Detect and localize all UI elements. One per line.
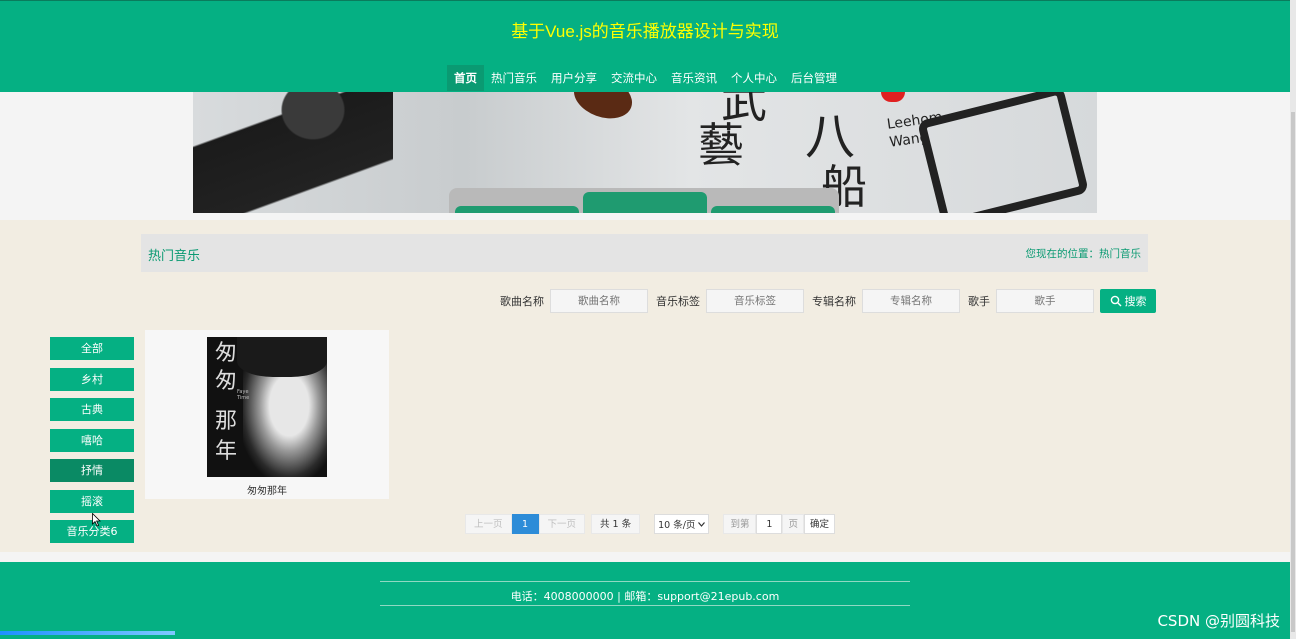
banner-cello-image [567, 92, 639, 127]
site-footer: 电话：4008000000 | 邮箱：support@21epub.com [0, 562, 1290, 639]
song-name-input[interactable] [550, 289, 648, 313]
nav-item-music-news[interactable]: 音乐资讯 [664, 65, 724, 91]
banner-calligraphy: 八 [805, 108, 855, 166]
chevron-down-icon [698, 521, 706, 527]
search-button-label: 搜索 [1124, 296, 1147, 308]
category-item-rock[interactable]: 摇滚 [50, 489, 134, 513]
next-page-button[interactable]: 下一页 [538, 514, 586, 534]
search-button[interactable]: 搜索 [1100, 289, 1156, 313]
song-card[interactable]: 匆 匆 那 年 Faye Time 匆匆那年 [145, 330, 389, 499]
nav-item-home[interactable]: 首页 [447, 65, 484, 91]
page-size-value: 10 条/页 [658, 520, 696, 531]
banner-indicator[interactable] [711, 206, 835, 213]
loading-progress-bar [0, 631, 175, 635]
main-nav: 首页 热门音乐 用户分享 交流中心 音乐资讯 个人中心 后台管理 [447, 65, 844, 91]
cover-title-char: 匆 [215, 341, 238, 366]
goto-confirm-button[interactable]: 确定 [803, 514, 835, 534]
location-text: 您现在的位置：热门音乐 [1025, 248, 1142, 260]
cover-hair [237, 337, 327, 377]
banner-artist-image [193, 92, 393, 213]
music-tag-input[interactable] [706, 289, 804, 313]
site-header: 基于Vue.js的音乐播放器设计与实现 首页 热门音乐 用户分享 交流中心 音乐… [0, 0, 1290, 92]
footer-divider [380, 581, 910, 582]
site-title: 基于Vue.js的音乐播放器设计与实现 [511, 22, 779, 41]
singer-input[interactable] [996, 289, 1094, 313]
nav-item-community[interactable]: 交流中心 [604, 65, 664, 91]
cover-title-char: 匆 [215, 369, 238, 394]
page-size-select[interactable]: 10 条/页 [654, 514, 710, 534]
cover-title-char: 那 [215, 409, 238, 434]
category-item-lyrical[interactable]: 抒情 [50, 459, 134, 482]
pagination: 上一页 1 下一页 共 1 条 10 条/页 到第 1 页 确定 [465, 514, 835, 534]
banner-indicator[interactable] [455, 206, 579, 213]
banner-indicator-active[interactable] [583, 192, 707, 213]
breadcrumb: 热门音乐 您现在的位置：热门音乐 [141, 234, 1148, 272]
search-form: 歌曲名称 音乐标签 专辑名称 歌手 搜索 [500, 289, 1156, 313]
nav-item-user-share[interactable]: 用户分享 [544, 65, 604, 91]
song-name-label: 歌曲名称 [500, 295, 544, 308]
category-item-all[interactable]: 全部 [50, 337, 134, 360]
music-tag-label: 音乐标签 [656, 295, 700, 308]
singer-label: 歌手 [968, 295, 990, 308]
search-icon [1110, 295, 1121, 307]
album-name-label: 专辑名称 [812, 295, 856, 308]
banner-calligraphy: 藝 [698, 118, 744, 172]
cover-small-line: Time [237, 395, 250, 401]
prev-page-button[interactable]: 上一页 [465, 514, 512, 534]
mouse-cursor-icon [92, 513, 101, 527]
page-number-current[interactable]: 1 [511, 514, 539, 534]
page-unit-label: 页 [782, 514, 804, 534]
goto-page-input[interactable]: 1 [756, 514, 783, 534]
total-count: 共 1 条 [591, 514, 641, 534]
scrollbar-thumb[interactable] [1291, 112, 1295, 632]
category-item-hiphop[interactable]: 嘻哈 [50, 428, 134, 452]
nav-item-profile[interactable]: 个人中心 [724, 65, 784, 91]
banner-red-accent [881, 92, 905, 102]
cover-title-char: 年 [215, 439, 238, 464]
nav-item-admin[interactable]: 后台管理 [784, 65, 844, 91]
footer-divider [380, 605, 910, 606]
song-title[interactable]: 匆匆那年 [145, 482, 389, 497]
cover-small-text: Faye Time [237, 389, 249, 401]
footer-contact: 电话：4008000000 | 邮箱：support@21epub.com [510, 590, 780, 603]
banner-carousel[interactable]: 武 藝 八 船 Leehom Wang [193, 92, 1097, 213]
nav-item-hot-music[interactable]: 热门音乐 [484, 65, 544, 91]
watermark: CSDN @别圆科技 [1157, 612, 1280, 630]
banner-frame-graphic [916, 92, 1090, 213]
category-item-country[interactable]: 乡村 [50, 367, 134, 391]
album-name-input[interactable] [862, 289, 960, 313]
section-title: 热门音乐 [148, 249, 201, 264]
main-content: 热门音乐 您现在的位置：热门音乐 歌曲名称 音乐标签 专辑名称 歌手 搜索 全部… [0, 220, 1290, 552]
goto-label: 到第 [723, 514, 757, 534]
category-item-classical[interactable]: 古典 [50, 398, 134, 421]
banner-area: 武 藝 八 船 Leehom Wang [0, 92, 1290, 220]
album-cover: 匆 匆 那 年 Faye Time [207, 337, 327, 477]
